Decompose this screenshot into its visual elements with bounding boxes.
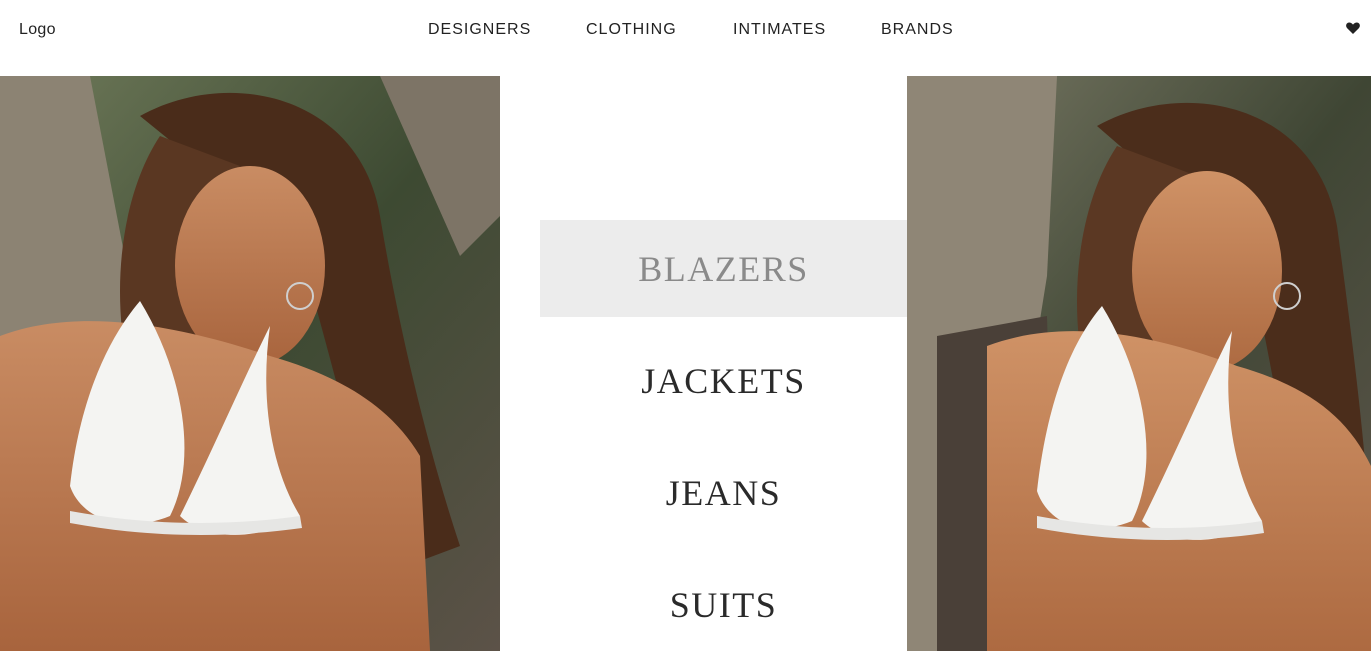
model-photo-right: [907, 76, 1371, 651]
nav-item-brands[interactable]: BRANDS: [881, 21, 954, 39]
heart-icon[interactable]: [1345, 20, 1361, 36]
model-photo-left: [0, 76, 500, 651]
menu-item-jeans[interactable]: JEANS: [540, 444, 907, 541]
nav-item-intimates[interactable]: INTIMATES: [733, 21, 826, 39]
menu-item-blazers[interactable]: BLAZERS: [540, 220, 907, 317]
category-menu: BLAZERS JACKETS JEANS SUITS: [500, 76, 907, 651]
nav-item-designers[interactable]: DESIGNERS: [428, 21, 531, 39]
menu-item-jackets[interactable]: JACKETS: [540, 332, 907, 429]
top-navigation-bar: Logo DESIGNERS CLOTHING INTIMATES BRANDS: [0, 0, 1371, 76]
main-nav: DESIGNERS CLOTHING INTIMATES BRANDS: [0, 21, 1371, 41]
menu-item-suits[interactable]: SUITS: [540, 556, 907, 651]
nav-item-clothing[interactable]: CLOTHING: [586, 21, 677, 39]
